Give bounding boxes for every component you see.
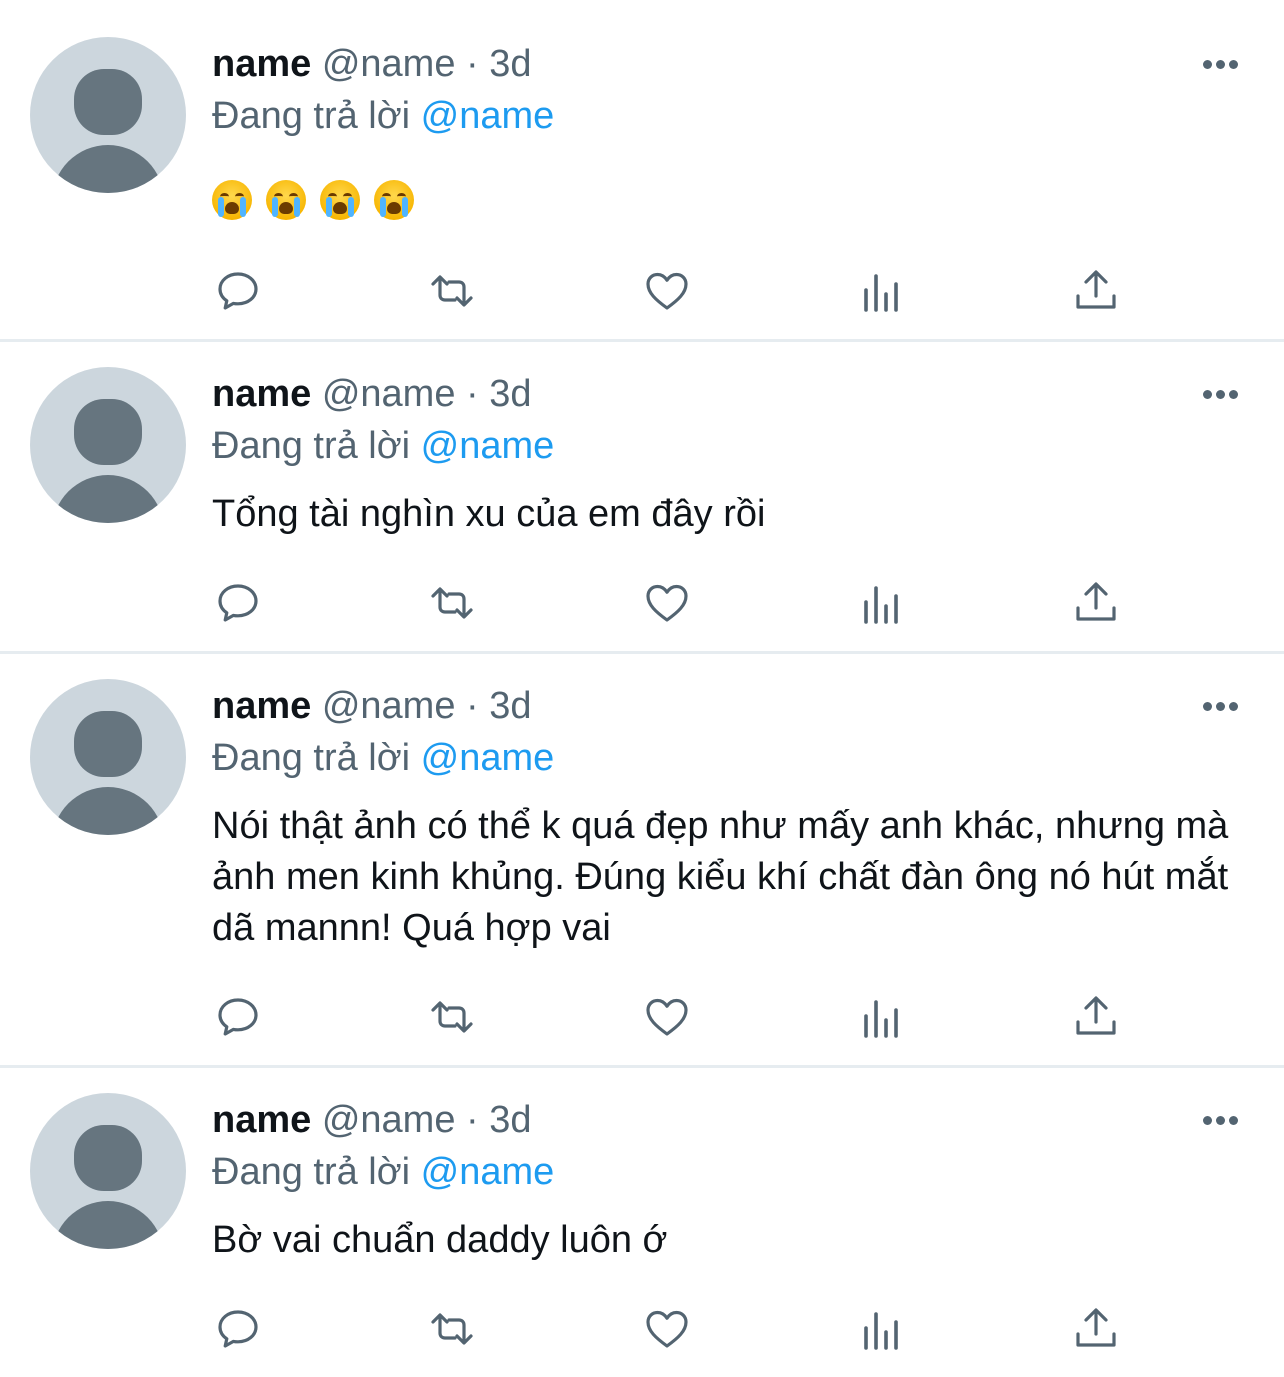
avatar-body-shape <box>52 145 164 193</box>
timestamp[interactable]: 3d <box>489 373 531 415</box>
avatar[interactable] <box>30 367 186 523</box>
timestamp[interactable]: 3d <box>489 1099 531 1141</box>
tweet-header: name @name · 3d <box>212 371 532 417</box>
tweet-text: Tổng tài nghìn xu của em đây rồi <box>212 493 766 535</box>
tweet[interactable]: name @name · 3d Đang trả lời @name <box>0 0 1284 342</box>
analytics-icon[interactable] <box>857 266 907 316</box>
tweet-header: name @name · 3d <box>212 1097 532 1143</box>
like-icon[interactable] <box>642 1304 692 1354</box>
user-handle[interactable]: @name <box>322 1099 456 1141</box>
like-icon[interactable] <box>642 578 692 628</box>
separator: · <box>466 1099 479 1141</box>
avatar-head-shape <box>74 399 142 465</box>
avatar-body-shape <box>52 1201 164 1249</box>
replying-to: Đang trả lời @name <box>212 93 554 139</box>
tweet-actions <box>0 1304 1284 1354</box>
analytics-icon[interactable] <box>857 992 907 1042</box>
loudly-crying-face-emoji <box>320 180 360 220</box>
more-options-icon[interactable] <box>1196 382 1244 406</box>
reply-mention-link[interactable]: @name <box>421 1151 555 1193</box>
timestamp[interactable]: 3d <box>489 43 531 85</box>
reply-mention-link[interactable]: @name <box>421 425 555 467</box>
tweet-actions <box>0 266 1284 316</box>
reply-prefix: Đang trả lời <box>212 95 411 137</box>
timestamp[interactable]: 3d <box>489 685 531 727</box>
reply-icon[interactable] <box>213 992 263 1042</box>
user-handle[interactable]: @name <box>322 43 456 85</box>
separator: · <box>466 373 479 415</box>
share-icon[interactable] <box>1071 1304 1121 1354</box>
retweet-icon[interactable] <box>427 266 477 316</box>
display-name[interactable]: name <box>212 1099 311 1141</box>
display-name[interactable]: name <box>212 685 311 727</box>
avatar-head-shape <box>74 1125 142 1191</box>
like-icon[interactable] <box>642 992 692 1042</box>
reply-icon[interactable] <box>213 1304 263 1354</box>
avatar[interactable] <box>30 679 186 835</box>
tweet-text: Nói thật ảnh có thể k quá đẹp như mấy an… <box>212 805 1229 949</box>
reply-mention-link[interactable]: @name <box>421 95 555 137</box>
avatar-body-shape <box>52 475 164 523</box>
avatar[interactable] <box>30 37 186 193</box>
reply-icon[interactable] <box>213 578 263 628</box>
loudly-crying-face-emoji <box>374 180 414 220</box>
replying-to: Đang trả lời @name <box>212 735 554 781</box>
tweet-text: Bờ vai chuẩn daddy luôn ớ <box>212 1219 668 1261</box>
user-handle[interactable]: @name <box>322 685 456 727</box>
loudly-crying-face-emoji <box>212 180 252 220</box>
loudly-crying-face-emoji <box>266 180 306 220</box>
tweet-text <box>212 180 414 224</box>
tweet[interactable]: name @name · 3d Đang trả lời @name Nói t… <box>0 642 1284 1068</box>
replying-to: Đang trả lời @name <box>212 423 554 469</box>
tweet-header: name @name · 3d <box>212 41 532 87</box>
tweet-actions <box>0 578 1284 628</box>
avatar[interactable] <box>30 1093 186 1249</box>
retweet-icon[interactable] <box>427 578 477 628</box>
tweet[interactable]: name @name · 3d Đang trả lời @name Bờ va… <box>0 1056 1284 1377</box>
reply-prefix: Đang trả lời <box>212 737 411 779</box>
like-icon[interactable] <box>642 266 692 316</box>
share-icon[interactable] <box>1071 992 1121 1042</box>
separator: · <box>466 43 479 85</box>
share-icon[interactable] <box>1071 578 1121 628</box>
share-icon[interactable] <box>1071 266 1121 316</box>
tweet-header: name @name · 3d <box>212 683 532 729</box>
tweet-actions <box>0 992 1284 1042</box>
separator: · <box>466 685 479 727</box>
more-options-icon[interactable] <box>1196 694 1244 718</box>
analytics-icon[interactable] <box>857 578 907 628</box>
display-name[interactable]: name <box>212 43 311 85</box>
avatar-head-shape <box>74 69 142 135</box>
display-name[interactable]: name <box>212 373 311 415</box>
more-options-icon[interactable] <box>1196 52 1244 76</box>
more-options-icon[interactable] <box>1196 1108 1244 1132</box>
reply-prefix: Đang trả lời <box>212 425 411 467</box>
avatar-head-shape <box>74 711 142 777</box>
reply-icon[interactable] <box>213 266 263 316</box>
avatar-body-shape <box>52 787 164 835</box>
user-handle[interactable]: @name <box>322 373 456 415</box>
retweet-icon[interactable] <box>427 1304 477 1354</box>
replying-to: Đang trả lời @name <box>212 1149 554 1195</box>
reply-prefix: Đang trả lời <box>212 1151 411 1193</box>
reply-mention-link[interactable]: @name <box>421 737 555 779</box>
tweet[interactable]: name @name · 3d Đang trả lời @name Tổng … <box>0 330 1284 654</box>
retweet-icon[interactable] <box>427 992 477 1042</box>
analytics-icon[interactable] <box>857 1304 907 1354</box>
